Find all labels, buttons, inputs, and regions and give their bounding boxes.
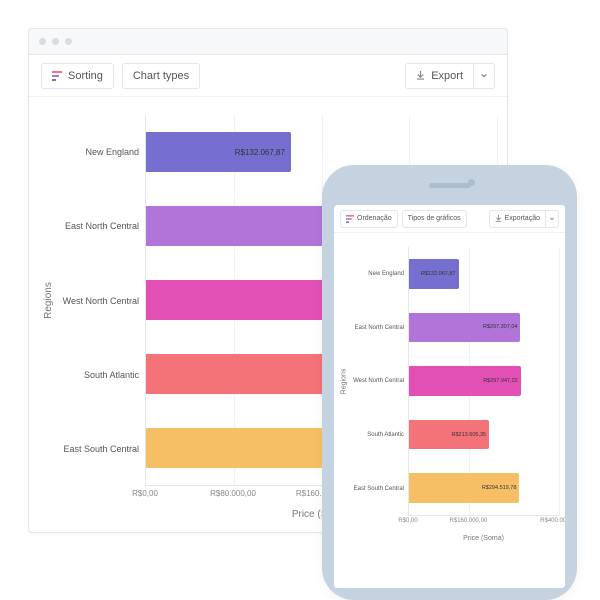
chart-area: Regions New England East North Central W… (334, 233, 565, 548)
category-label: East North Central (57, 189, 145, 263)
chart-types-button[interactable]: Tipos de gráficos (402, 210, 467, 228)
bar-value-label: R$132.067,87 (235, 148, 285, 157)
export-dropdown-button[interactable] (546, 210, 559, 228)
window-dot (65, 38, 72, 45)
category-label: East South Central (57, 412, 145, 486)
sorting-button[interactable]: Ordenação (340, 210, 398, 228)
download-icon (495, 215, 502, 222)
x-tick: R$400.000,00 (540, 518, 565, 524)
window-dot (52, 38, 59, 45)
bar-value-label: R$132.067,87 (421, 271, 456, 277)
sorting-button[interactable]: Sorting (41, 63, 114, 89)
bar-value-label: R$213.605,35 (452, 432, 487, 438)
toolbar: Ordenação Tipos de gráficos Exportação (334, 205, 565, 233)
category-label: West North Central (57, 263, 145, 337)
sorting-label: Ordenação (357, 215, 392, 222)
plot-area: R$132.067,87 R$297.307,04 R$297.947,22 R… (408, 247, 559, 516)
bar[interactable]: R$297.947,22 (409, 366, 521, 395)
window-dot (39, 38, 46, 45)
x-axis: R$0,00 R$160.000,00 R$400.000,00 Price (… (338, 516, 559, 542)
export-label: Export (431, 70, 463, 82)
category-label: East North Central (350, 301, 408, 355)
bar[interactable]: R$132.067,87 (146, 132, 291, 173)
y-axis-label-wrap: Regions (39, 115, 57, 486)
export-button[interactable]: Export (405, 63, 474, 89)
chevron-down-icon (480, 72, 488, 80)
bar-value-label: R$294.519,78 (482, 485, 517, 491)
chevron-down-icon (549, 216, 555, 222)
y-axis-label: Regions (341, 369, 348, 395)
chart-types-label: Chart types (133, 70, 189, 82)
x-tick: R$160.000,00 (450, 518, 488, 524)
y-axis-label: Regions (43, 282, 54, 319)
export-dropdown-button[interactable] (474, 63, 495, 89)
sort-icon (52, 71, 62, 81)
category-label: New England (350, 247, 408, 301)
chart-body: Regions New England East North Central W… (338, 247, 559, 516)
phone-mock: Ordenação Tipos de gráficos Exportação (322, 165, 577, 600)
x-tick: R$0,00 (132, 489, 158, 498)
x-tick: R$80.000,00 (210, 489, 256, 498)
x-axis-ticks: R$0,00 R$160.000,00 R$400.000,00 Price (… (408, 516, 559, 542)
bars: R$132.067,87 R$297.307,04 R$297.947,22 R… (409, 247, 559, 515)
x-axis-label: Price (Soma) (463, 535, 504, 542)
bar[interactable]: R$294.519,78 (409, 473, 519, 502)
chart-types-button[interactable]: Chart types (122, 63, 200, 89)
bar[interactable]: R$132.067,87 (409, 259, 459, 288)
y-axis-categories: New England East North Central West Nort… (57, 115, 145, 486)
export-button[interactable]: Exportação (489, 210, 546, 228)
export-split-button: Exportação (489, 210, 559, 228)
chart-types-label: Tipos de gráficos (408, 215, 461, 222)
bar-value-label: R$297.307,04 (483, 324, 518, 330)
download-icon (416, 71, 425, 80)
x-tick: R$0,00 (398, 518, 417, 524)
sorting-label: Sorting (68, 70, 103, 82)
category-label: West North Central (350, 355, 408, 409)
window-titlebar (29, 29, 507, 55)
export-split-button: Export (405, 63, 495, 89)
sort-icon (346, 215, 354, 223)
category-label: South Atlantic (57, 338, 145, 412)
category-label: South Atlantic (350, 408, 408, 462)
phone-screen: Ordenação Tipos de gráficos Exportação (334, 205, 565, 588)
toolbar: Sorting Chart types Export (29, 55, 507, 97)
category-label: East South Central (350, 462, 408, 516)
category-label: New England (57, 115, 145, 189)
bar-value-label: R$297.947,22 (483, 378, 518, 384)
y-axis-label-wrap: Regions (338, 247, 350, 516)
bar[interactable]: R$213.605,35 (409, 420, 489, 449)
bar[interactable]: R$297.307,04 (409, 313, 520, 342)
export-label: Exportação (505, 215, 540, 222)
y-axis-categories: New England East North Central West Nort… (350, 247, 408, 516)
